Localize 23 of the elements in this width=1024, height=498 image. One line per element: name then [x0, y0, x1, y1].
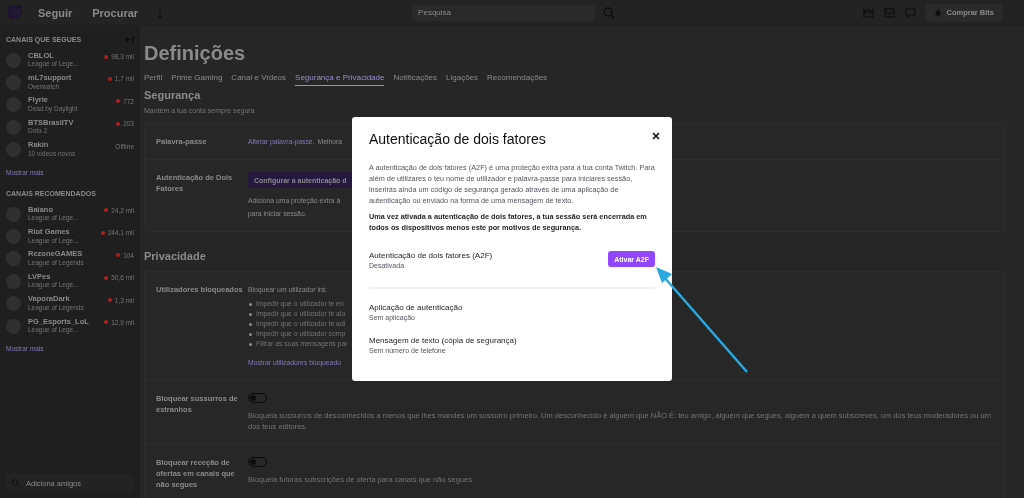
section-heading: Segurança — [144, 89, 201, 101]
setting-title: Mensagem de texto (cópia de segurança) — [369, 335, 518, 346]
search-field[interactable]: Pesquisa — [412, 4, 596, 21]
bullet-icon — [249, 312, 252, 316]
setting-title: Autenticação de dois fatores (A2F) — [369, 250, 493, 261]
bullet-icon — [249, 322, 252, 326]
diamond-icon — [934, 8, 943, 17]
settings-tab[interactable]: Perfil — [144, 72, 163, 86]
page-title: Definições — [144, 41, 247, 66]
settings-tab[interactable]: Ligações — [446, 72, 479, 86]
settings-tab[interactable]: Prime Gaming — [171, 72, 223, 86]
section-heading: Privacidade — [144, 250, 206, 262]
setting-title: Aplicação de autenticação — [369, 302, 464, 313]
bullet-icon — [249, 332, 252, 336]
settings-tab[interactable]: Recomendações — [487, 72, 548, 86]
nav-link[interactable]: Seguir — [38, 6, 73, 19]
settings-tab[interactable]: Canal e Vídeos — [231, 72, 287, 86]
settings-tab[interactable]: Notificações — [393, 72, 438, 86]
nav-link[interactable]: Procurar — [92, 6, 139, 19]
bullet-icon — [249, 342, 252, 346]
settings-tab[interactable]: Segurança e Privacidade — [295, 72, 385, 86]
bullet-icon — [249, 302, 252, 306]
dialog-title: Autenticação de dois fatores — [369, 130, 547, 148]
